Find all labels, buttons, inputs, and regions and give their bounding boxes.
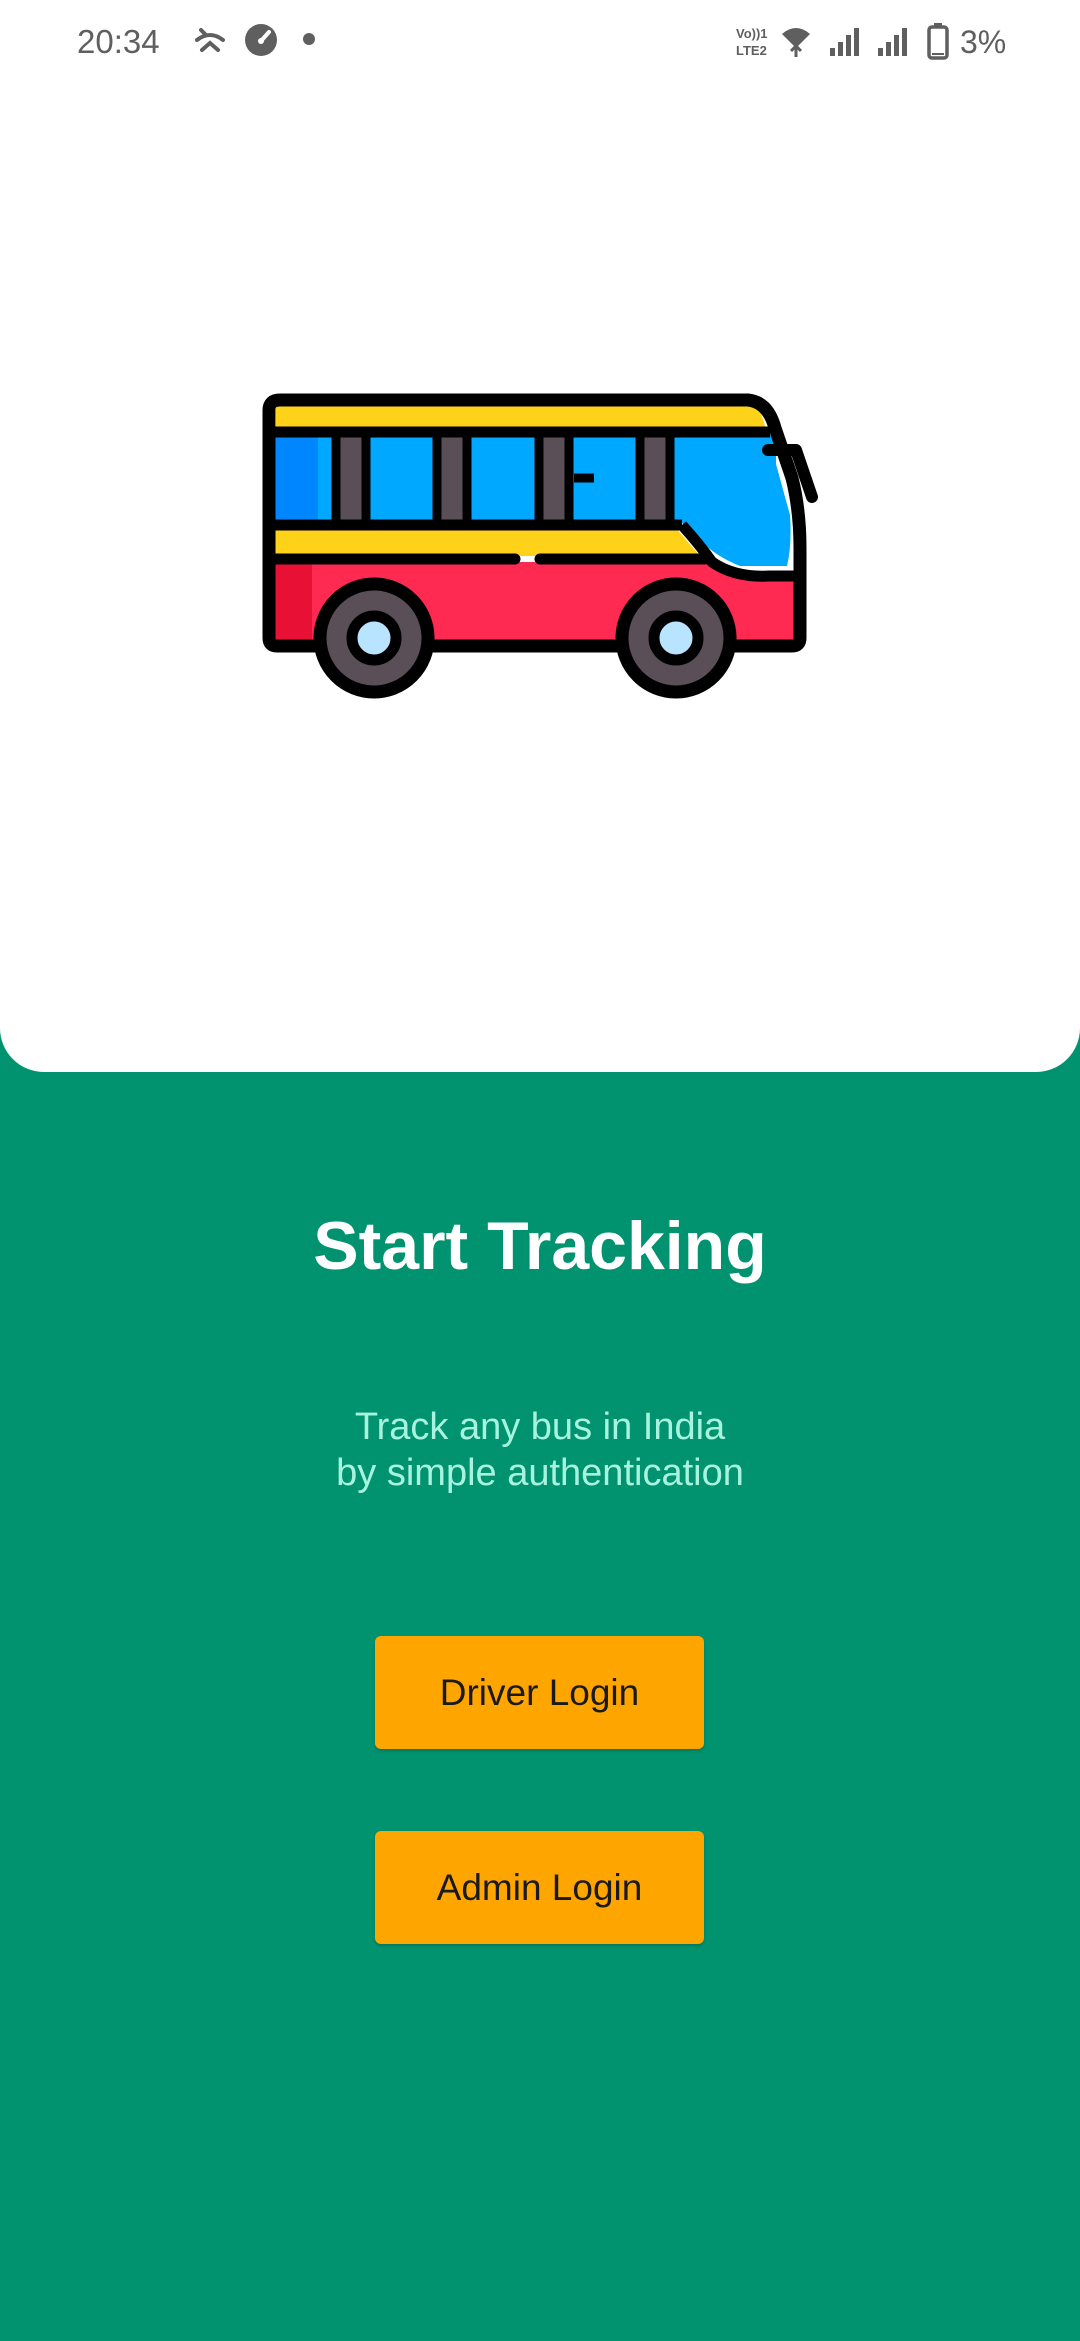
network-label-top: Vo))1	[736, 26, 768, 41]
subtitle-line-2: by simple authentication	[336, 1452, 744, 1494]
speedometer-icon	[243, 22, 279, 63]
subtitle-line-1: Track any bus in India	[354, 1406, 726, 1448]
driver-login-button[interactable]: Driver Login	[375, 1636, 704, 1749]
network-label-bottom: LTE2	[736, 43, 767, 58]
signal-sim2-icon	[876, 26, 910, 63]
wifi-icon	[778, 24, 814, 63]
volte-icon: Vo))1 LTE2	[734, 24, 774, 65]
missed-call-icon	[193, 22, 227, 67]
notification-dot-icon	[302, 32, 316, 51]
bus-illustration	[262, 393, 818, 699]
battery-percent: 3%	[960, 24, 1007, 60]
admin-login-button[interactable]: Admin Login	[375, 1831, 704, 1944]
status-time: 20:34	[77, 23, 160, 60]
hero-panel	[0, 0, 1080, 1072]
status-bar: 20:34 Vo))1 LTE2 3%	[0, 0, 1080, 84]
battery-icon	[926, 22, 950, 65]
page-title: Start Tracking	[313, 1208, 767, 1284]
subtitle: Track any bus in India by simple authent…	[0, 1404, 1080, 1496]
signal-sim1-icon	[828, 26, 862, 63]
